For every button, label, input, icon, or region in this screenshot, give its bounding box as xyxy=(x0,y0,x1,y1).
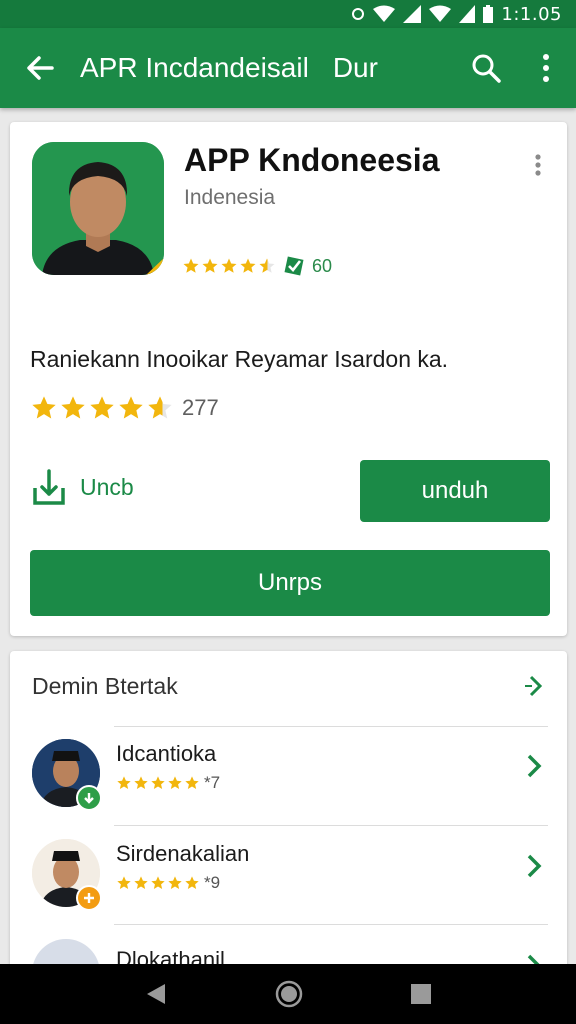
more-vert-icon xyxy=(543,54,549,82)
add-badge xyxy=(76,885,102,911)
chevron-right-icon xyxy=(527,754,542,778)
list-item-stars xyxy=(116,875,200,891)
star-icon xyxy=(221,258,237,273)
star-half-icon xyxy=(148,396,172,419)
list-item-rating: *7 xyxy=(116,773,220,793)
card-overflow-button[interactable] xyxy=(526,150,550,180)
system-nav-bar xyxy=(0,964,576,1024)
related-list-card: Demin Btertak Idcantioka *7 Sirdenakalia… xyxy=(10,651,567,991)
arrow-down-icon xyxy=(84,793,94,804)
rating-summary: 277 xyxy=(30,394,219,422)
wifi-icon xyxy=(373,5,396,22)
list-item-chevron[interactable] xyxy=(524,751,544,786)
back-button[interactable] xyxy=(0,28,80,108)
search-icon xyxy=(472,54,501,83)
list-item-count: *9 xyxy=(204,873,221,892)
overflow-menu-button[interactable] xyxy=(516,28,576,108)
divider xyxy=(114,825,548,826)
search-button[interactable] xyxy=(456,28,516,108)
person-portrait-icon xyxy=(32,142,164,275)
list-item-stars xyxy=(116,775,200,791)
star-icon xyxy=(32,396,56,419)
star-icon xyxy=(168,876,182,889)
battery-icon xyxy=(483,5,494,23)
list-header: Demin Btertak xyxy=(32,673,178,699)
download-link-label: Uncb xyxy=(80,473,134,500)
app-bar-title-extra: Dur xyxy=(332,52,378,83)
primary-action-button[interactable]: Unrps xyxy=(30,550,550,616)
star-icon xyxy=(119,396,143,419)
app-name: APP Kndoneesia xyxy=(184,142,440,178)
list-item-rating: *9 xyxy=(116,873,220,893)
verified-badge-icon xyxy=(284,256,304,276)
download-badge xyxy=(76,785,102,811)
star-icon xyxy=(151,876,165,889)
status-bar: 1:1.05 xyxy=(0,0,576,28)
divider xyxy=(114,924,548,925)
app-bar: APR Incdandeisail Dur xyxy=(0,28,576,108)
plus-icon xyxy=(84,893,94,903)
mini-stars xyxy=(182,257,276,275)
divider xyxy=(114,726,548,727)
app-icon xyxy=(32,142,164,275)
rating-count: 277 xyxy=(182,395,219,420)
star-icon xyxy=(117,776,131,789)
star-icon xyxy=(202,258,218,273)
list-item-title: Sirdenakalian xyxy=(116,841,250,866)
star-icon xyxy=(183,258,199,273)
app-detail-card: APP Kndoneesia Indenesia 60 Raniekann In… xyxy=(10,122,567,636)
star-icon xyxy=(61,396,85,419)
app-description: Raniekann Inooikar Reyamar Isardon ka. xyxy=(30,346,449,372)
list-item-chevron[interactable] xyxy=(524,851,544,886)
nav-recents-icon[interactable] xyxy=(409,982,433,1006)
star-icon xyxy=(240,258,256,273)
chevron-right-icon xyxy=(525,675,543,697)
star-icon xyxy=(134,776,148,789)
signal-icon-2 xyxy=(459,5,476,23)
nav-home-icon[interactable] xyxy=(274,979,304,1009)
list-item-title: Idcantioka xyxy=(116,741,217,766)
download-link[interactable]: Uncb xyxy=(32,468,134,506)
see-more-button[interactable] xyxy=(522,671,548,706)
unduh-button[interactable]: unduh xyxy=(360,460,550,522)
data-saver-icon xyxy=(352,8,365,20)
download-icon xyxy=(33,469,65,505)
mini-rating: 60 xyxy=(182,254,332,278)
rating-stars xyxy=(30,394,174,422)
wifi-icon-2 xyxy=(429,5,452,22)
star-icon xyxy=(134,876,148,889)
star-icon xyxy=(185,776,199,789)
list-item-count: *7 xyxy=(204,773,221,792)
star-icon xyxy=(168,776,182,789)
signal-icon xyxy=(403,5,422,23)
star-half-icon xyxy=(259,258,275,273)
star-icon xyxy=(185,876,199,889)
list-item[interactable]: Idcantioka *7 xyxy=(10,739,567,837)
app-country: Indenesia xyxy=(184,186,276,209)
more-vert-icon xyxy=(535,154,541,176)
star-icon xyxy=(90,396,114,419)
arrow-back-icon xyxy=(27,56,54,80)
app-bar-title: APR Incdandeisail xyxy=(80,52,309,83)
nav-back-icon[interactable] xyxy=(143,981,169,1007)
mini-rating-count: 60 xyxy=(312,255,333,276)
star-icon xyxy=(117,876,131,889)
list-item[interactable]: Sirdenakalian *9 xyxy=(10,839,567,937)
star-icon xyxy=(151,776,165,789)
status-time: 1:1.05 xyxy=(501,3,562,25)
chevron-right-icon xyxy=(527,854,542,878)
